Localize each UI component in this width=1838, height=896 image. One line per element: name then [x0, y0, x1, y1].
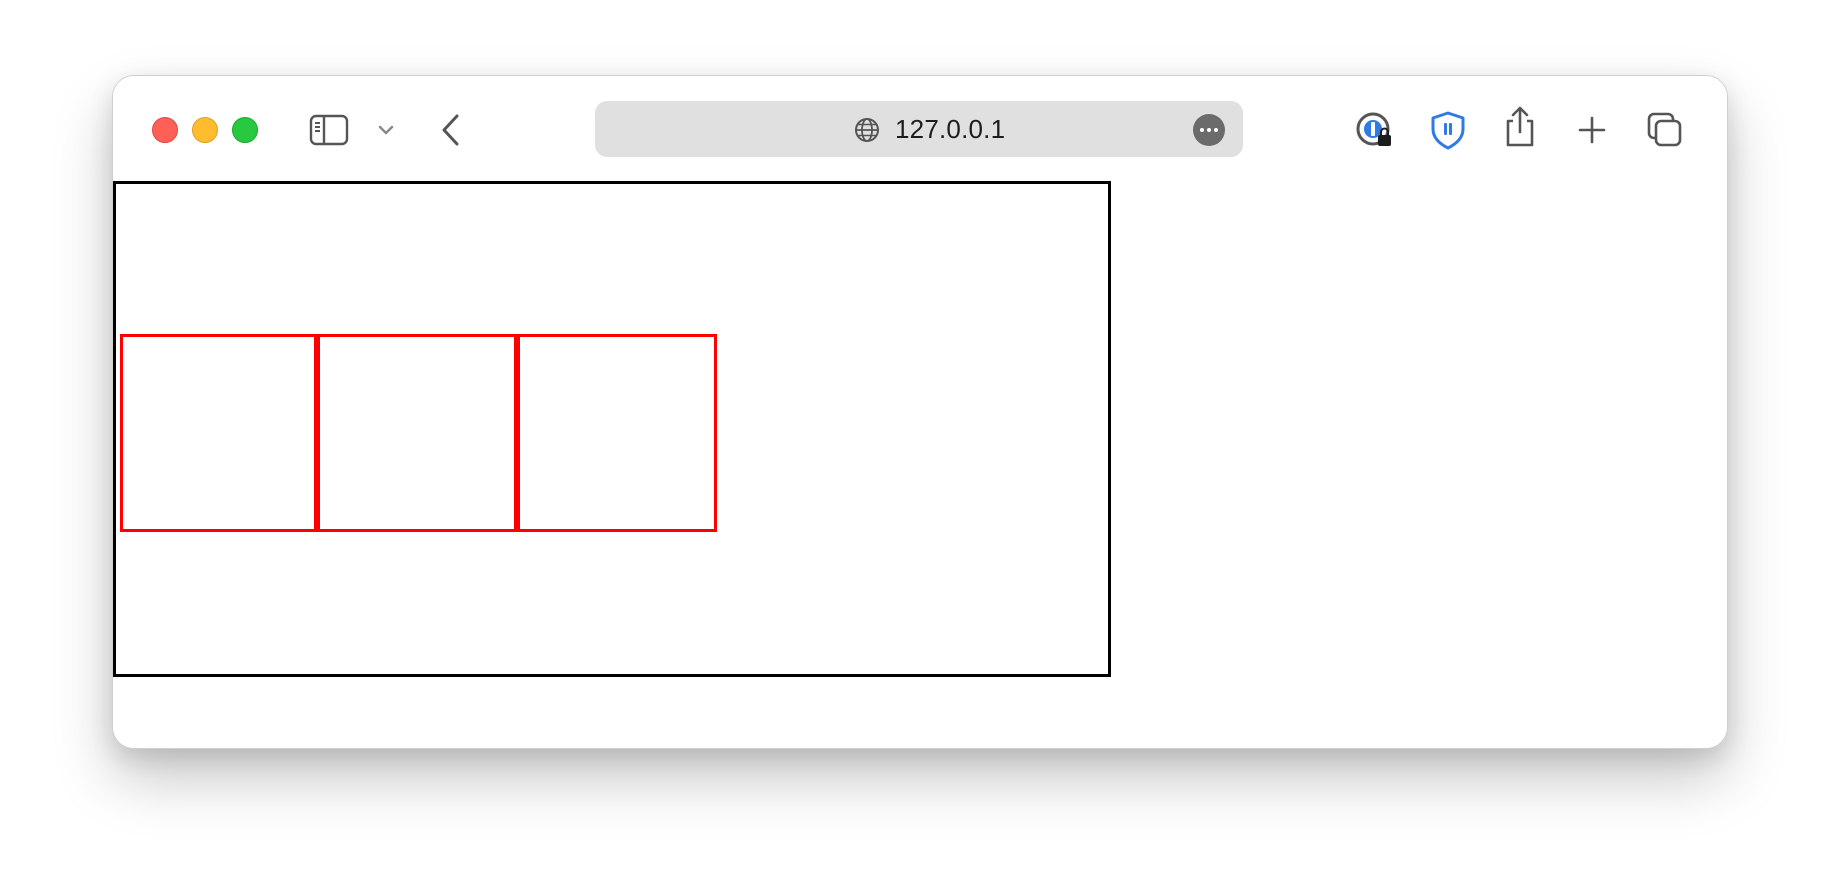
browser-toolbar: 127.0.0.1 — [113, 76, 1727, 181]
browser-window: 127.0.0.1 — [112, 75, 1728, 749]
share-button[interactable] — [1498, 104, 1542, 150]
red-box-3 — [516, 334, 717, 532]
back-arrow-icon — [442, 114, 459, 146]
shield-extension-button[interactable] — [1426, 108, 1470, 152]
shield-extension-icon — [1431, 111, 1465, 150]
sidebar-icon — [309, 114, 349, 146]
ellipsis-dot — [1214, 128, 1219, 132]
address-bar[interactable]: 127.0.0.1 — [595, 101, 1243, 157]
sidebar-toggle-button[interactable] — [307, 110, 351, 150]
password-manager-icon — [1356, 112, 1391, 146]
page-content — [113, 181, 1727, 748]
ellipsis-dot — [1207, 128, 1211, 132]
tab-overview-icon — [1647, 112, 1682, 147]
maximize-window-button[interactable] — [232, 117, 258, 143]
share-icon — [1506, 106, 1534, 147]
ellipsis-icon — [1199, 128, 1204, 132]
password-extension-button[interactable] — [1353, 108, 1397, 152]
url-text: 127.0.0.1 — [895, 114, 1006, 144]
chevron-down-icon — [378, 125, 394, 135]
tab-group-chevron-button[interactable] — [371, 114, 401, 146]
globe-icon — [855, 118, 879, 142]
back-button[interactable] — [433, 110, 469, 150]
plus-icon — [1578, 116, 1606, 144]
page-menu-button[interactable] — [1193, 114, 1225, 146]
screen: 127.0.0.1 — [0, 0, 1838, 896]
close-window-button[interactable] — [152, 117, 178, 143]
minimize-window-button[interactable] — [192, 117, 218, 143]
red-box-1 — [120, 334, 318, 532]
red-box-2 — [316, 334, 518, 532]
new-tab-button[interactable] — [1572, 110, 1612, 150]
tab-overview-button[interactable] — [1643, 108, 1687, 152]
outer-container-box — [113, 181, 1111, 677]
